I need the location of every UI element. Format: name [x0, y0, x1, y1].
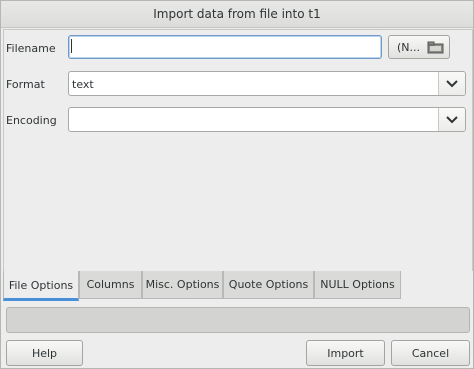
encoding-combobox[interactable] [68, 107, 466, 132]
import-dialog: Import data from file into t1 Filename (… [0, 0, 474, 369]
cancel-button[interactable]: Cancel [391, 340, 470, 366]
folder-icon [427, 41, 444, 54]
format-combobox[interactable]: text [68, 71, 466, 96]
window-title: Import data from file into t1 [1, 1, 473, 28]
format-label: Format [6, 78, 45, 91]
file-options-panel [3, 29, 473, 271]
filename-input[interactable] [68, 35, 382, 59]
options-tab-bar: File Options Columns Misc. Options Quote… [3, 271, 473, 301]
import-button[interactable]: Import [306, 340, 385, 366]
import-progress-bar [6, 307, 470, 333]
format-value: text [72, 78, 94, 91]
help-button[interactable]: Help [6, 340, 83, 366]
tab-null-options[interactable]: NULL Options [314, 271, 401, 299]
chevron-down-icon [446, 80, 458, 88]
tab-misc-options[interactable]: Misc. Options [142, 271, 223, 299]
encoding-dropdown-button[interactable] [438, 108, 465, 131]
filename-label: Filename [6, 42, 56, 55]
encoding-label: Encoding [6, 114, 57, 127]
tab-file-options[interactable]: File Options [3, 271, 79, 301]
tab-quote-options[interactable]: Quote Options [223, 271, 314, 299]
format-dropdown-button[interactable] [438, 72, 465, 95]
chevron-down-icon [446, 116, 458, 124]
file-chooser-label: (N... [397, 40, 421, 54]
text-cursor [71, 39, 72, 53]
tab-columns[interactable]: Columns [79, 271, 142, 299]
